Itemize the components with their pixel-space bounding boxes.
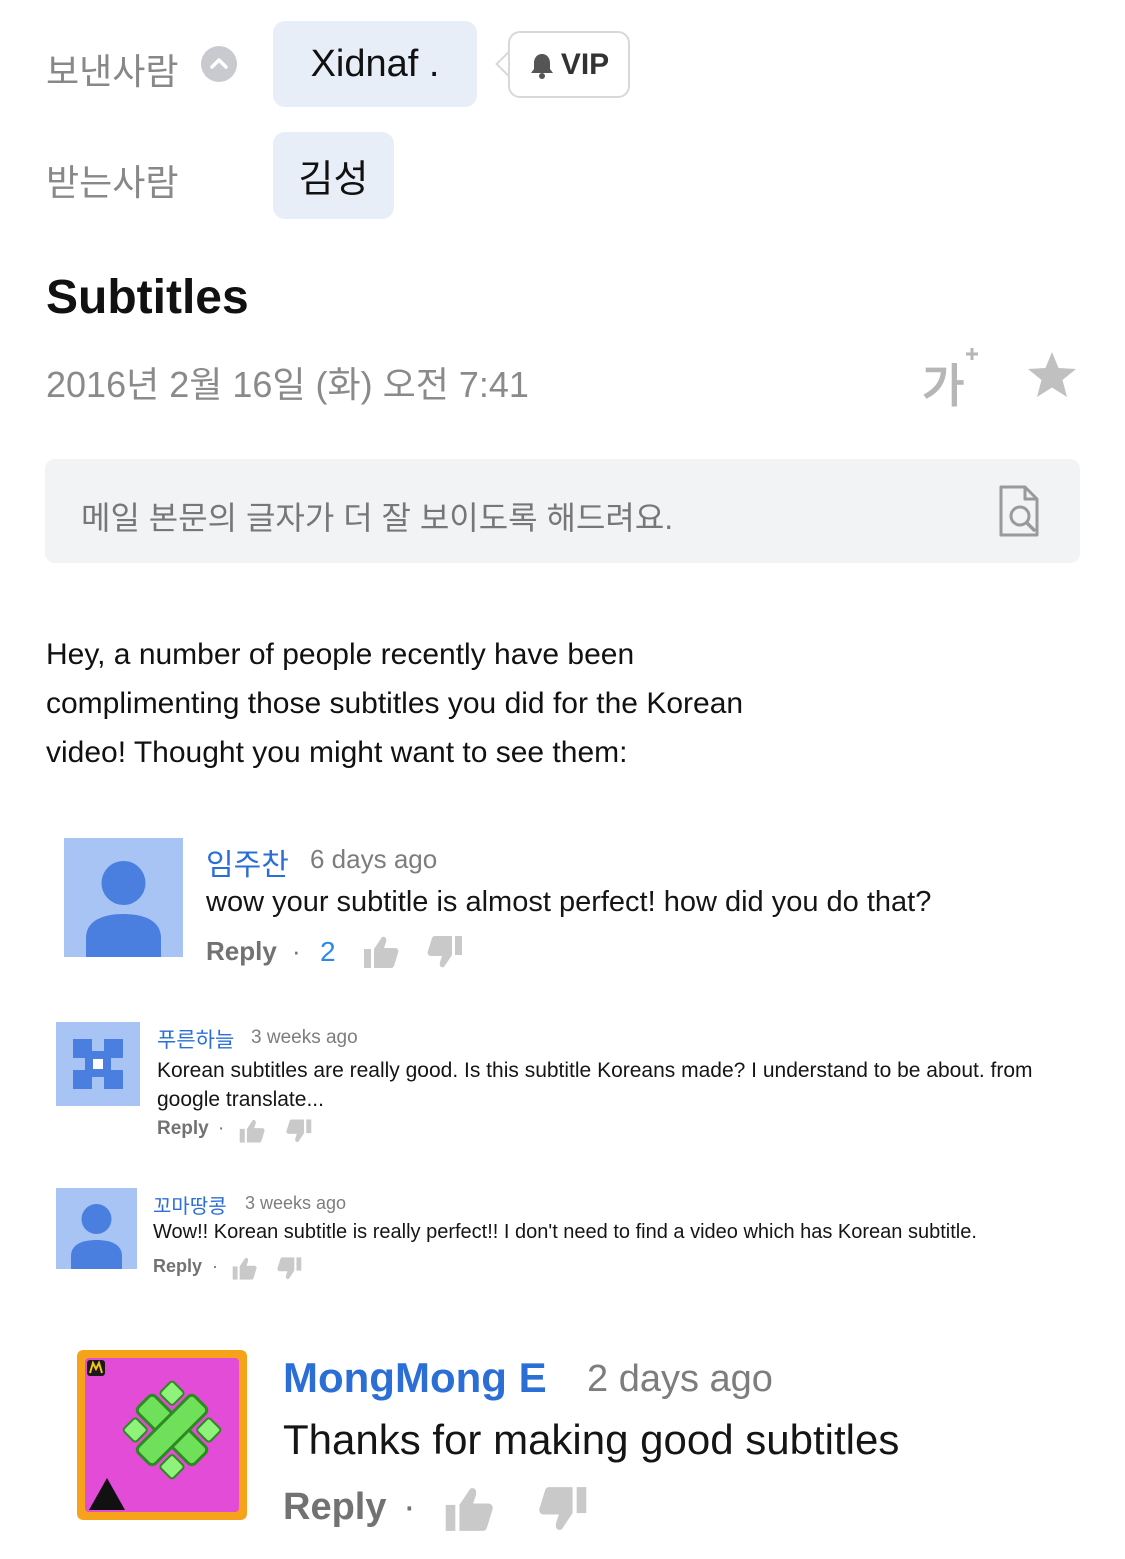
comment-time[interactable]: 6 days ago bbox=[310, 844, 437, 875]
separator-dot: · bbox=[218, 1118, 225, 1139]
readability-notice[interactable]: 메일 본문의 글자가 더 잘 보이도록 해드려요. bbox=[45, 459, 1080, 563]
thumbs-up-icon[interactable] bbox=[238, 1118, 266, 1144]
comment-author[interactable]: MongMong E bbox=[283, 1354, 547, 1402]
identicon-avatar-icon[interactable] bbox=[56, 1022, 140, 1106]
comment-time[interactable]: 2 days ago bbox=[587, 1358, 773, 1401]
document-search-icon bbox=[999, 485, 1039, 537]
reply-button[interactable]: Reply bbox=[153, 1256, 202, 1277]
sender-name: Xidnaf . bbox=[310, 42, 440, 85]
user-avatar-icon[interactable] bbox=[56, 1188, 137, 1269]
comment-4: MongMong E 2 days ago Thanks for making … bbox=[77, 1350, 1077, 1531]
thumbs-down-icon[interactable] bbox=[276, 1256, 303, 1281]
thumbs-down-icon[interactable] bbox=[426, 934, 464, 970]
comment-3: 꼬마땅콩 3 weeks ago Wow!! Korean subtitle i… bbox=[56, 1188, 1076, 1288]
thumbs-up-icon[interactable] bbox=[362, 934, 400, 970]
reply-button[interactable]: Reply bbox=[206, 936, 277, 967]
email-body: Hey, a number of people recently have be… bbox=[46, 638, 744, 769]
separator-dot: · bbox=[403, 1486, 416, 1528]
star-icon[interactable] bbox=[1026, 350, 1078, 400]
user-avatar-icon[interactable] bbox=[64, 838, 183, 957]
email-subject: Subtitles bbox=[46, 271, 249, 324]
font-size-icon: 가 bbox=[922, 360, 965, 412]
comment-text: Thanks for making good subtitles bbox=[283, 1416, 900, 1463]
separator-dot: · bbox=[212, 1256, 218, 1276]
comment-text: wow your subtitle is almost perfect! how… bbox=[206, 886, 932, 918]
expand-toggle-icon[interactable] bbox=[201, 46, 237, 82]
recipient-name: 김성 bbox=[298, 159, 369, 201]
thumbs-up-icon[interactable] bbox=[231, 1256, 258, 1281]
separator-dot: · bbox=[292, 936, 301, 966]
from-label: 보낸사람 bbox=[46, 51, 179, 92]
recipient-chip[interactable]: 김성 bbox=[273, 132, 394, 219]
reply-button[interactable]: Reply bbox=[283, 1486, 386, 1529]
game-app-avatar-icon[interactable] bbox=[77, 1350, 247, 1520]
to-label: 받는사람 bbox=[46, 162, 179, 203]
thumbs-down-icon[interactable] bbox=[537, 1484, 589, 1534]
vip-label: VIP bbox=[560, 47, 610, 81]
thumbs-down-icon[interactable] bbox=[285, 1118, 313, 1144]
comment-author[interactable]: 꼬마땅콩 bbox=[153, 1190, 227, 1219]
email-date: 2016년 2월 16일 (화) 오전 7:41 bbox=[46, 364, 529, 405]
thumbs-up-icon[interactable] bbox=[443, 1484, 495, 1534]
font-size-button[interactable]: 가 bbox=[922, 346, 982, 412]
vip-badge[interactable]: VIP bbox=[508, 31, 630, 98]
like-count: 2 bbox=[320, 936, 336, 967]
sender-chip[interactable]: Xidnaf . bbox=[273, 21, 477, 107]
comment-2: 푸른하늘 3 weeks ago Korean subtitles are re… bbox=[56, 1022, 1066, 1152]
comment-author[interactable]: 임주찬 bbox=[206, 840, 289, 884]
comment-time[interactable]: 3 weeks ago bbox=[245, 1193, 346, 1214]
comment-text: Korean subtitles are really good. Is thi… bbox=[157, 1059, 1033, 1111]
reply-button[interactable]: Reply bbox=[157, 1118, 209, 1140]
bell-icon bbox=[530, 53, 553, 79]
comment-1: 임주찬 6 days ago wow your subtitle is almo… bbox=[64, 838, 1054, 978]
comment-author[interactable]: 푸른하늘 bbox=[157, 1024, 234, 1054]
notice-text: 메일 본문의 글자가 더 잘 보이도록 해드려요. bbox=[81, 500, 674, 536]
comment-time[interactable]: 3 weeks ago bbox=[251, 1027, 358, 1049]
plus-icon bbox=[966, 348, 978, 360]
comment-text: Wow!! Korean subtitle is really perfect!… bbox=[153, 1221, 977, 1243]
